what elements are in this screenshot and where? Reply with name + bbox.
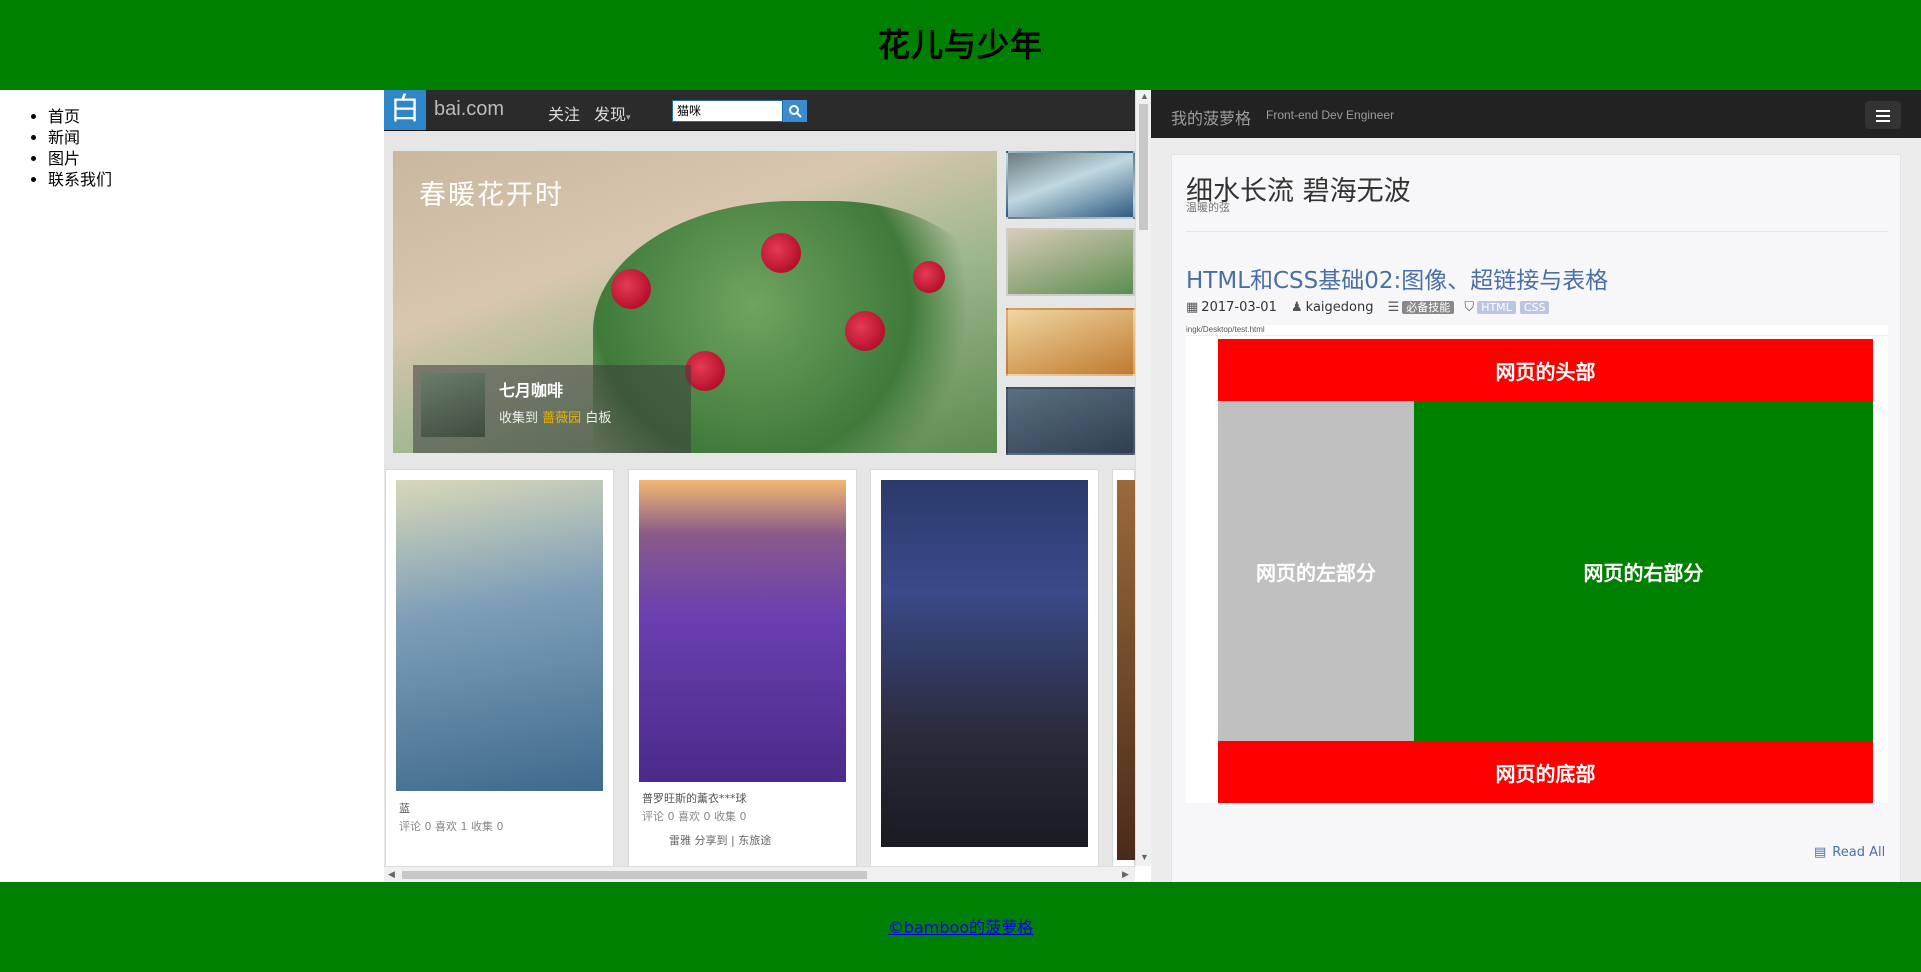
huaban-site-name[interactable]: bai.com xyxy=(434,98,504,121)
category-label[interactable]: 必备技能 xyxy=(1402,301,1455,314)
hamburger-icon xyxy=(1876,115,1890,117)
avatar[interactable] xyxy=(421,373,485,437)
menu-toggle-button[interactable] xyxy=(1865,101,1901,129)
huaban-topbar: 白 bai.com 关注 发现▾ 猫咪 xyxy=(384,90,1135,131)
side-nav: 首页 新闻 图片 联系我们 xyxy=(0,90,384,882)
vertical-scrollbar[interactable]: ▲ ▼ xyxy=(1135,90,1151,866)
huaban-content: 春暖花开时 七月咖啡 收集到 蔷薇园 白板 蓝 评论 0 喜欢 1 收集 0 普… xyxy=(384,131,1136,882)
divider xyxy=(1186,231,1888,232)
pin-card[interactable]: 蓝 评论 0 喜欢 1 收集 0 xyxy=(385,469,614,882)
scroll-thumb[interactable] xyxy=(402,871,867,879)
pin-image[interactable] xyxy=(881,480,1088,847)
pin-card[interactable] xyxy=(870,469,1099,882)
demo-footer-block: 网页的底部 xyxy=(1218,741,1873,803)
scroll-thumb[interactable] xyxy=(1139,104,1148,230)
blog-brand[interactable]: 我的菠萝格 xyxy=(1171,105,1251,129)
collect-info: 收集到 蔷薇园 白板 xyxy=(499,407,611,426)
feature-thumb-3[interactable] xyxy=(1006,308,1135,376)
discover-menu[interactable]: 发现▾ xyxy=(594,101,631,125)
hamburger-icon xyxy=(1876,120,1890,122)
blog-post-card: 细水长流 碧海无波 温暖的弦 HTML和CSS基础02:图像、超链接与表格 ▦ 2… xyxy=(1171,154,1901,882)
huaban-logo[interactable]: 白 xyxy=(384,90,426,130)
page-title: 花儿与少年 xyxy=(877,26,1043,64)
tag-html[interactable]: HTML xyxy=(1477,301,1516,314)
pin-card[interactable] xyxy=(1112,469,1136,882)
pin-image[interactable] xyxy=(639,480,846,782)
horizontal-scrollbar[interactable]: ◀ ▶ xyxy=(384,866,1135,882)
chevron-down-icon: ▾ xyxy=(626,113,631,123)
blog-tagline: Front-end Dev Engineer xyxy=(1266,108,1395,122)
rose-decoration xyxy=(611,269,651,309)
blog-frame[interactable]: 我的菠萝格 Front-end Dev Engineer 细水长流 碧海无波 温… xyxy=(1151,90,1921,882)
feature-thumb-4[interactable] xyxy=(1006,387,1135,455)
screenshot-url: ingk/Desktop/test.html xyxy=(1186,325,1888,336)
feature-title: 春暖花开时 xyxy=(419,180,564,211)
pin-stats: 评论 0 喜欢 1 收集 0 xyxy=(399,820,504,833)
post-date: 2017-03-01 xyxy=(1201,300,1277,315)
tags-icon: ⛉ xyxy=(1464,300,1475,315)
pin-card[interactable]: 普罗旺斯的薰衣***球 评论 0 喜欢 0 收集 0 雷雅 分享到 | 东旅途 xyxy=(628,469,857,882)
scroll-left-icon[interactable]: ◀ xyxy=(388,869,395,880)
demo-right-block: 网页的右部分 xyxy=(1414,401,1873,741)
collected-to-label: 收集到 xyxy=(499,411,539,426)
nav-list: 首页 新闻 图片 联系我们 xyxy=(0,106,384,190)
feature-banner[interactable]: 春暖花开时 七月咖啡 收集到 蔷薇园 白板 xyxy=(393,151,997,453)
pin-image[interactable] xyxy=(1117,480,1136,860)
post-title-link[interactable]: HTML和CSS基础02:图像、超链接与表格 xyxy=(1186,261,1608,295)
nav-item-contact[interactable]: 联系我们 xyxy=(48,169,384,190)
rose-decoration xyxy=(761,233,801,273)
huaban-frame[interactable]: 白 bai.com 关注 发现▾ 猫咪 春暖花开时 七月咖啡 收集到 蔷薇园 白… xyxy=(384,90,1151,882)
nav-item-pictures[interactable]: 图片 xyxy=(48,148,384,169)
page-header: 花儿与少年 xyxy=(0,0,1921,90)
blog-navbar: 我的菠萝格 Front-end Dev Engineer xyxy=(1151,90,1921,138)
rose-decoration xyxy=(913,261,945,293)
board-link[interactable]: 蔷薇园 xyxy=(542,411,581,426)
search-button[interactable] xyxy=(783,100,807,122)
read-all-label: Read All xyxy=(1832,845,1886,860)
scroll-right-icon[interactable]: ▶ xyxy=(1122,869,1129,880)
pin-title[interactable]: 普罗旺斯的薰衣***球 xyxy=(642,790,747,806)
board-suffix: 白板 xyxy=(585,411,612,426)
scroll-down-icon[interactable]: ▼ xyxy=(1140,852,1149,862)
pin-title[interactable]: 蓝 xyxy=(399,800,410,816)
demo-left-block: 网页的左部分 xyxy=(1218,401,1414,741)
blog-subtitle: 温暖的弦 xyxy=(1186,201,1230,214)
user-name[interactable]: 七月咖啡 xyxy=(499,377,563,401)
pin-stats: 评论 0 喜欢 0 收集 0 xyxy=(642,810,747,823)
feature-thumb-2[interactable] xyxy=(1006,228,1135,296)
tag-css[interactable]: CSS xyxy=(1519,301,1550,314)
newspaper-icon: ▤ xyxy=(1814,845,1827,860)
nav-item-news[interactable]: 新闻 xyxy=(48,127,384,148)
rose-decoration xyxy=(845,311,885,351)
pin-footer: 雷雅 分享到 | 东旅途 xyxy=(669,834,772,847)
discover-label: 发现 xyxy=(594,105,627,124)
post-screenshot: ingk/Desktop/test.html 网页的头部 网页的左部分 网页的右… xyxy=(1186,325,1888,803)
footer-link[interactable]: ©bamboo的菠萝格 xyxy=(0,914,1921,938)
list-icon: ☰ xyxy=(1387,300,1400,315)
scroll-up-icon[interactable]: ▲ xyxy=(1140,91,1149,101)
feature-user-card[interactable]: 七月咖啡 收集到 蔷薇园 白板 xyxy=(413,365,691,453)
follow-link[interactable]: 关注 xyxy=(548,101,580,125)
nav-item-home[interactable]: 首页 xyxy=(48,106,384,127)
pin-image[interactable] xyxy=(396,480,603,791)
post-meta: ▦ 2017-03-01 ♟ kaigedong ☰ 必备技能 ⛉ HTML CSS xyxy=(1186,299,1553,315)
demo-header-block: 网页的头部 xyxy=(1218,339,1873,401)
search-icon xyxy=(789,105,802,118)
search-input[interactable]: 猫咪 xyxy=(672,100,783,122)
hamburger-icon xyxy=(1876,110,1890,112)
page-footer: ©bamboo的菠萝格 xyxy=(0,882,1921,972)
rose-decoration xyxy=(685,351,725,391)
calendar-icon: ▦ xyxy=(1186,300,1199,315)
feature-thumb-1[interactable] xyxy=(1006,151,1135,219)
user-icon: ♟ xyxy=(1291,300,1303,315)
read-all-link[interactable]: ▤ Read All xyxy=(1814,845,1885,860)
post-author[interactable]: kaigedong xyxy=(1306,300,1374,315)
